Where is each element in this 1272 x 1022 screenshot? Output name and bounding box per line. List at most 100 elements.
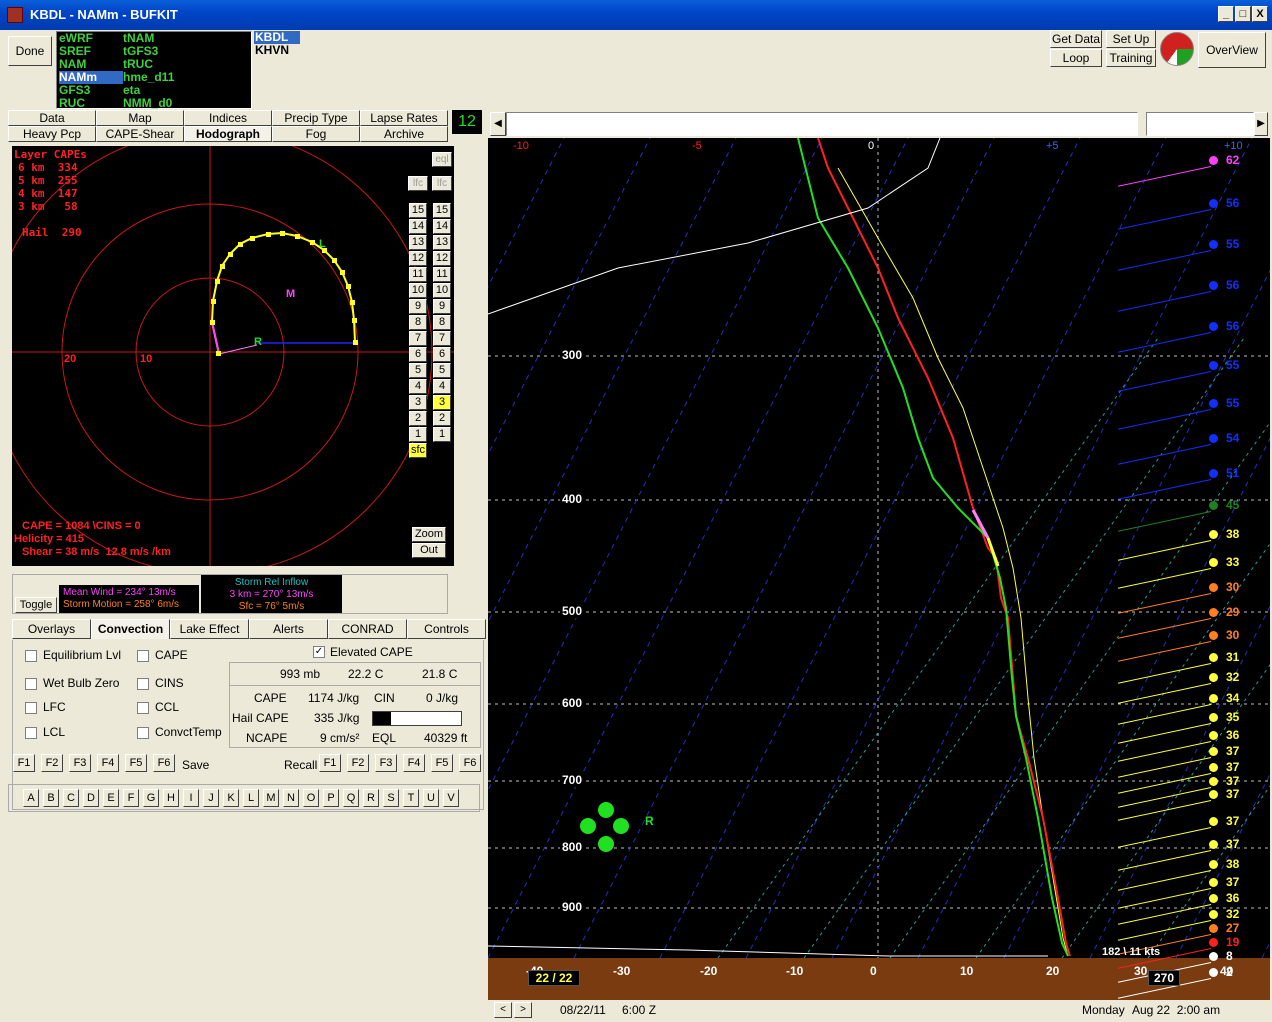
letter-button-b[interactable]: B bbox=[43, 789, 59, 807]
maximize-button[interactable]: □ bbox=[1235, 6, 1251, 22]
subtab-conrad[interactable]: CONRAD bbox=[328, 619, 407, 639]
tab-heavy-pcp[interactable]: Heavy Pcp bbox=[8, 126, 96, 142]
done-button[interactable]: Done bbox=[8, 36, 52, 66]
level-button-5[interactable]: 5 bbox=[409, 363, 427, 378]
function-key-f4[interactable]: F4 bbox=[403, 754, 425, 772]
options_left-checkbox[interactable] bbox=[25, 678, 37, 690]
level-button-12[interactable]: 12 bbox=[409, 251, 427, 266]
level-button-11[interactable]: 11 bbox=[409, 267, 427, 282]
letter-button-k[interactable]: K bbox=[223, 789, 239, 807]
level-button-15[interactable]: 15 bbox=[409, 203, 427, 218]
level-button-6[interactable]: 6 bbox=[433, 347, 451, 362]
tab-lapse-rates[interactable]: Lapse Rates bbox=[360, 110, 448, 126]
level-button-6[interactable]: 6 bbox=[409, 347, 427, 362]
level-button-1[interactable]: 1 bbox=[409, 427, 427, 442]
letter-button-r[interactable]: R bbox=[363, 789, 379, 807]
subtab-lake-effect[interactable]: Lake Effect bbox=[170, 619, 249, 639]
level-button-3[interactable]: 3 bbox=[433, 395, 451, 410]
eql-button[interactable]: eql bbox=[432, 152, 452, 167]
sfc-button[interactable]: sfc bbox=[409, 443, 427, 458]
function-key-f5[interactable]: F5 bbox=[431, 754, 453, 772]
lfc-button-left[interactable]: lfc bbox=[408, 176, 428, 191]
tab-indices[interactable]: Indices bbox=[184, 110, 272, 126]
level-button-9[interactable]: 9 bbox=[433, 299, 451, 314]
get-data-button[interactable]: Get Data bbox=[1050, 30, 1102, 48]
letter-button-j[interactable]: J bbox=[203, 789, 219, 807]
level-button-1[interactable]: 1 bbox=[433, 427, 451, 442]
set-up-button[interactable]: Set Up bbox=[1106, 30, 1156, 48]
options_left-checkbox[interactable] bbox=[25, 702, 37, 714]
elevated-cape-checkbox[interactable]: ✓ bbox=[313, 646, 325, 658]
letter-button-p[interactable]: P bbox=[323, 789, 339, 807]
slider-track-2[interactable] bbox=[1146, 112, 1254, 136]
letter-button-h[interactable]: H bbox=[163, 789, 179, 807]
next-button[interactable]: > bbox=[514, 1002, 532, 1018]
toggle-button[interactable]: Toggle bbox=[15, 597, 57, 613]
minimize-button[interactable]: _ bbox=[1218, 6, 1234, 22]
letter-button-f[interactable]: F bbox=[123, 789, 139, 807]
function-key-f1[interactable]: F1 bbox=[13, 754, 35, 772]
letter-button-t[interactable]: T bbox=[403, 789, 419, 807]
subtab-overlays[interactable]: Overlays bbox=[12, 619, 91, 639]
level-button-11[interactable]: 11 bbox=[433, 267, 451, 282]
recall-label[interactable]: Recall bbox=[284, 758, 317, 772]
model-item[interactable]: RUC bbox=[59, 97, 123, 110]
loop-button[interactable]: Loop bbox=[1050, 49, 1102, 67]
function-key-f3[interactable]: F3 bbox=[69, 754, 91, 772]
options_left-checkbox[interactable] bbox=[25, 727, 37, 739]
model-item[interactable]: NMM_d0 bbox=[123, 97, 233, 110]
level-button-2[interactable]: 2 bbox=[409, 411, 427, 426]
options_left-checkbox[interactable] bbox=[25, 650, 37, 662]
time-slider[interactable]: ◀ ▶ bbox=[488, 110, 1270, 138]
lfc-button-right[interactable]: lfc bbox=[432, 176, 452, 191]
tab-map[interactable]: Map bbox=[96, 110, 184, 126]
letter-button-g[interactable]: G bbox=[143, 789, 159, 807]
model-list-col1[interactable]: eWRF SREF NAM NAMm GFS3 RUC bbox=[59, 32, 123, 110]
station-list[interactable]: KBDL KHVN bbox=[254, 31, 300, 59]
close-button[interactable]: X bbox=[1252, 6, 1268, 22]
letter-button-i[interactable]: I bbox=[183, 789, 199, 807]
level-button-2[interactable]: 2 bbox=[433, 411, 451, 426]
level-button-3[interactable]: 3 bbox=[409, 395, 427, 410]
level-button-10[interactable]: 10 bbox=[433, 283, 451, 298]
level-button-4[interactable]: 4 bbox=[433, 379, 451, 394]
subtab-convection[interactable]: Convection bbox=[91, 619, 170, 639]
function-key-f6[interactable]: F6 bbox=[153, 754, 175, 772]
letter-button-q[interactable]: Q bbox=[343, 789, 359, 807]
level-button-8[interactable]: 8 bbox=[409, 315, 427, 330]
function-key-f6[interactable]: F6 bbox=[459, 754, 481, 772]
slider-right-arrow[interactable]: ▶ bbox=[1254, 112, 1268, 136]
letter-button-c[interactable]: C bbox=[63, 789, 79, 807]
tab-fog[interactable]: Fog bbox=[272, 126, 360, 142]
level-button-5[interactable]: 5 bbox=[433, 363, 451, 378]
letter-button-d[interactable]: D bbox=[83, 789, 99, 807]
tab-archive[interactable]: Archive bbox=[360, 126, 448, 142]
training-button[interactable]: Training bbox=[1106, 49, 1156, 67]
function-key-f1[interactable]: F1 bbox=[319, 754, 341, 772]
slider-track[interactable] bbox=[506, 112, 1138, 136]
level-button-10[interactable]: 10 bbox=[409, 283, 427, 298]
letter-button-v[interactable]: V bbox=[443, 789, 459, 807]
model-list-col2[interactable]: tNAM tGFS3 tRUC hme_d11 eta NMM_d0 bbox=[123, 32, 233, 110]
tab-precip-type[interactable]: Precip Type bbox=[272, 110, 360, 126]
slider-left-arrow[interactable]: ◀ bbox=[490, 112, 506, 136]
out-button[interactable]: Out bbox=[412, 543, 446, 558]
function-key-f5[interactable]: F5 bbox=[125, 754, 147, 772]
level-button-13[interactable]: 13 bbox=[433, 235, 451, 250]
letter-button-n[interactable]: N bbox=[283, 789, 299, 807]
options_mid-checkbox[interactable] bbox=[137, 678, 149, 690]
tab-data[interactable]: Data bbox=[8, 110, 96, 126]
function-key-f2[interactable]: F2 bbox=[347, 754, 369, 772]
subtab-alerts[interactable]: Alerts bbox=[249, 619, 328, 639]
level-button-12[interactable]: 12 bbox=[433, 251, 451, 266]
save-label[interactable]: Save bbox=[182, 758, 209, 772]
function-key-f4[interactable]: F4 bbox=[97, 754, 119, 772]
tab-cape-shear[interactable]: CAPE-Shear bbox=[96, 126, 184, 142]
level-button-9[interactable]: 9 bbox=[409, 299, 427, 314]
level-button-7[interactable]: 7 bbox=[409, 331, 427, 346]
model-list[interactable]: eWRF SREF NAM NAMm GFS3 RUC tNAM tGFS3 tRUC hme_… bbox=[56, 31, 252, 110]
function-key-f3[interactable]: F3 bbox=[375, 754, 397, 772]
level-button-8[interactable]: 8 bbox=[433, 315, 451, 330]
level-button-15[interactable]: 15 bbox=[433, 203, 451, 218]
letter-button-s[interactable]: S bbox=[383, 789, 399, 807]
